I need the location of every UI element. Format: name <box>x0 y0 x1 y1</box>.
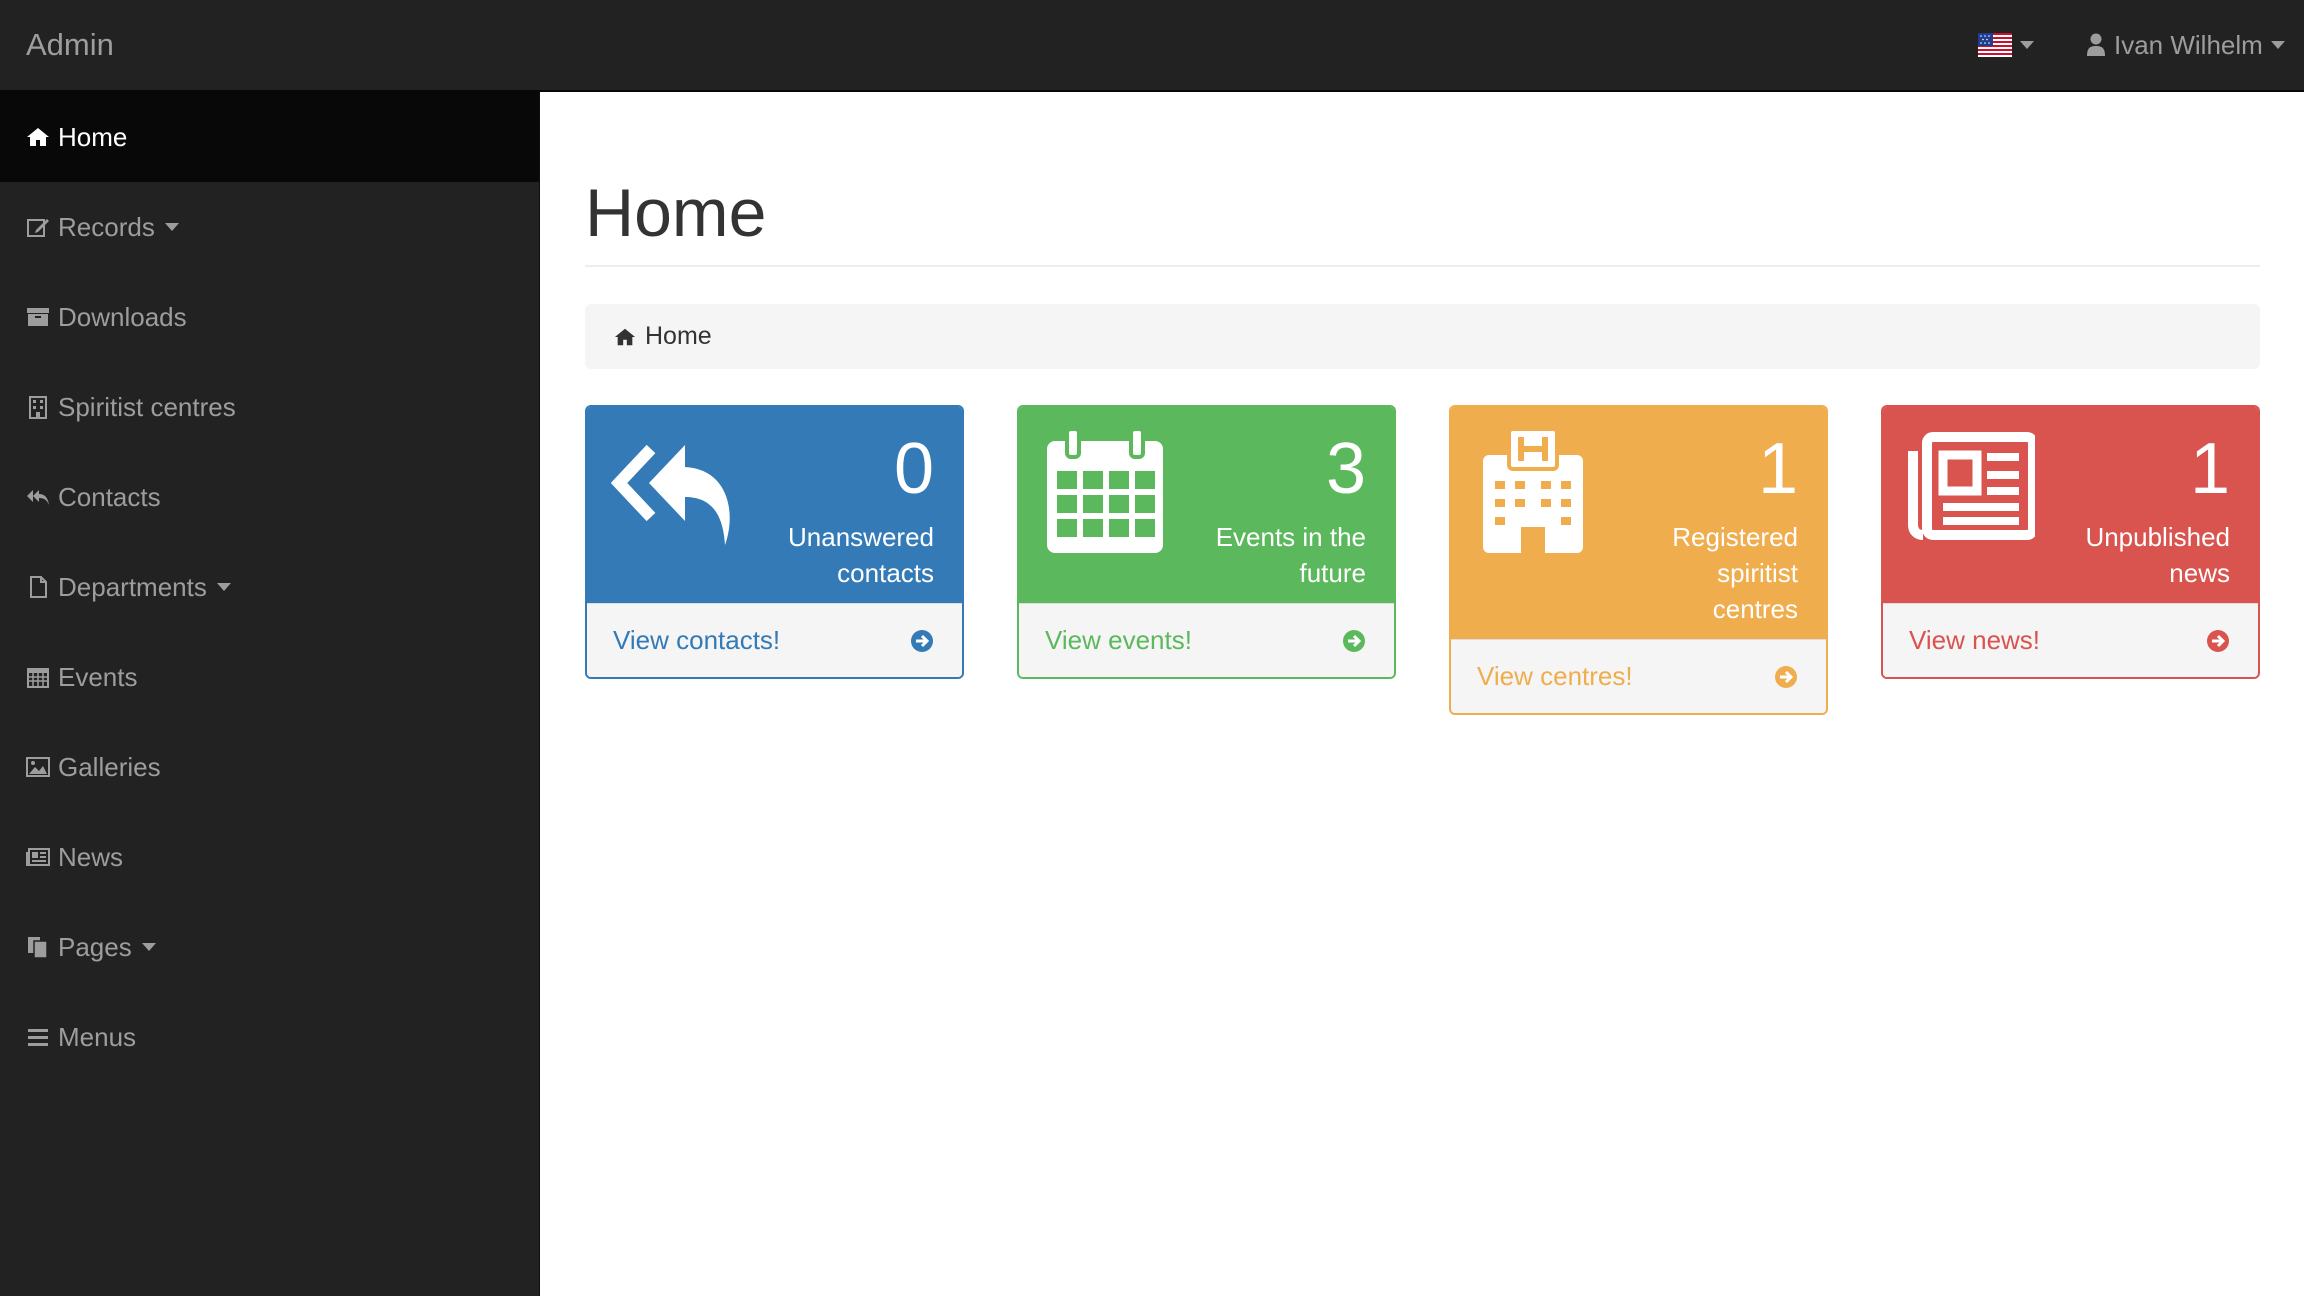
centres-panel: 1 Registered spiritist centres View cent… <box>1449 405 1828 715</box>
hospital-building-icon <box>1483 427 1583 553</box>
news-panel-heading: 1 Unpublished news <box>1883 407 2258 603</box>
sidebar-item-label: Home <box>58 121 128 152</box>
sidebar-item-label: News <box>58 841 124 872</box>
sidebar-item-label: Pages <box>58 931 132 962</box>
edit-icon <box>27 219 49 237</box>
sidebar-item-contacts[interactable]: Contacts <box>0 452 539 542</box>
contacts-panel: 0 Unanswered contacts View contacts! <box>585 405 964 679</box>
user-name: Ivan Wilhelm <box>2114 29 2263 60</box>
image-icon <box>26 757 50 777</box>
future-events-count: 3 <box>1325 429 1366 509</box>
newspaper-icon <box>1908 432 2035 540</box>
sidebar-item-label: Spiritist centres <box>58 391 236 422</box>
chevron-down-icon <box>141 943 156 951</box>
page-title: Home <box>585 175 767 251</box>
sidebar-item-spiritist-centres[interactable]: Spiritist centres <box>0 362 539 452</box>
sidebar-item-pages[interactable]: Pages <box>0 902 539 992</box>
panel-label-line: Unanswered <box>788 522 934 552</box>
chevron-down-icon <box>164 223 179 231</box>
breadcrumb: Home <box>585 304 2260 369</box>
sidebar-item-label: Galleries <box>58 751 161 782</box>
sidebar-item-downloads[interactable]: Downloads <box>0 272 539 362</box>
panel-label-line: Registered <box>1672 522 1798 552</box>
sidebar-item-label: Events <box>58 661 138 692</box>
brand-link[interactable]: Admin <box>26 0 114 90</box>
view-news-link[interactable]: View news! <box>1883 603 2258 677</box>
sidebar-item-label: Menus <box>58 1021 137 1052</box>
breadcrumb-item-home[interactable]: Home <box>645 322 712 351</box>
sidebar-item-home[interactable]: Home <box>0 92 539 182</box>
arrow-circle-right-icon <box>911 629 933 652</box>
home-icon <box>614 328 636 345</box>
sidebar-item-events[interactable]: Events <box>0 632 539 722</box>
sidebar-item-departments[interactable]: Departments <box>0 542 539 632</box>
panel-label-line: spiritist <box>1717 558 1798 588</box>
panel-label-line: contacts <box>837 558 934 588</box>
arrow-circle-right-icon <box>2207 629 2229 652</box>
sidebar-item-label: Departments <box>58 571 207 602</box>
building-icon <box>29 396 47 419</box>
view-centres-label: View centres! <box>1477 661 1633 691</box>
reply-all-icon <box>611 444 730 545</box>
chevron-down-icon <box>2020 41 2034 49</box>
sidebar-item-label: Downloads <box>58 301 187 332</box>
view-centres-link[interactable]: View centres! <box>1451 639 1826 713</box>
home-icon <box>27 128 49 146</box>
bars-icon <box>28 1029 48 1046</box>
view-events-link[interactable]: View events! <box>1019 603 1394 677</box>
user-icon <box>2087 33 2105 56</box>
chevron-down-icon <box>2270 41 2285 49</box>
panel-label-line: Unpublished <box>2085 522 2230 552</box>
calendar-icon <box>27 668 49 688</box>
language-dropdown[interactable] <box>1978 33 2034 57</box>
chevron-down-icon <box>216 583 231 591</box>
sidebar: Home Records Downloads Spiritist centres… <box>0 92 540 1296</box>
panel-label-line: news <box>2169 558 2230 588</box>
newspaper-icon <box>26 848 50 866</box>
view-contacts-label: View contacts! <box>613 625 781 655</box>
file-icon <box>30 576 47 598</box>
sidebar-item-news[interactable]: News <box>0 812 539 902</box>
sidebar-item-label: Records <box>58 211 155 242</box>
events-panel-heading: 3 Events in the future <box>1019 407 1394 603</box>
panel-label-line: Events in the <box>1215 522 1366 552</box>
unpublished-news-count: 1 <box>2189 429 2230 509</box>
sidebar-item-galleries[interactable]: Galleries <box>0 722 539 812</box>
events-panel: 3 Events in the future View events! <box>1017 405 1396 679</box>
archive-icon <box>27 308 49 326</box>
arrow-circle-right-icon <box>1775 665 1797 688</box>
us-flag-icon <box>1978 33 2012 57</box>
top-navbar: Admin Ivan Wilhelm <box>0 0 2304 92</box>
panel-label-line: centres <box>1712 594 1798 624</box>
arrow-circle-right-icon <box>1343 629 1365 652</box>
calendar-icon <box>1047 427 1163 553</box>
user-dropdown[interactable]: Ivan Wilhelm <box>2086 0 2285 90</box>
reply-all-icon <box>27 490 49 505</box>
panel-label-line: future <box>1299 558 1367 588</box>
contacts-panel-heading: 0 Unanswered contacts <box>587 407 962 603</box>
main-content: Home Home 0 Unanswered contacts View con… <box>541 92 2304 1296</box>
view-events-label: View events! <box>1045 625 1192 655</box>
news-panel: 1 Unpublished news View news! <box>1881 405 2260 679</box>
view-news-label: View news! <box>1909 625 2041 655</box>
files-icon <box>28 937 48 959</box>
sidebar-item-records[interactable]: Records <box>0 182 539 272</box>
centres-panel-heading: 1 Registered spiritist centres <box>1451 407 1826 639</box>
registered-centres-count: 1 <box>1757 429 1798 509</box>
sidebar-item-menus[interactable]: Menus <box>0 992 539 1082</box>
sidebar-item-label: Contacts <box>58 481 161 512</box>
title-divider <box>585 265 2260 267</box>
view-contacts-link[interactable]: View contacts! <box>587 603 962 677</box>
unanswered-contacts-count: 0 <box>893 429 934 509</box>
